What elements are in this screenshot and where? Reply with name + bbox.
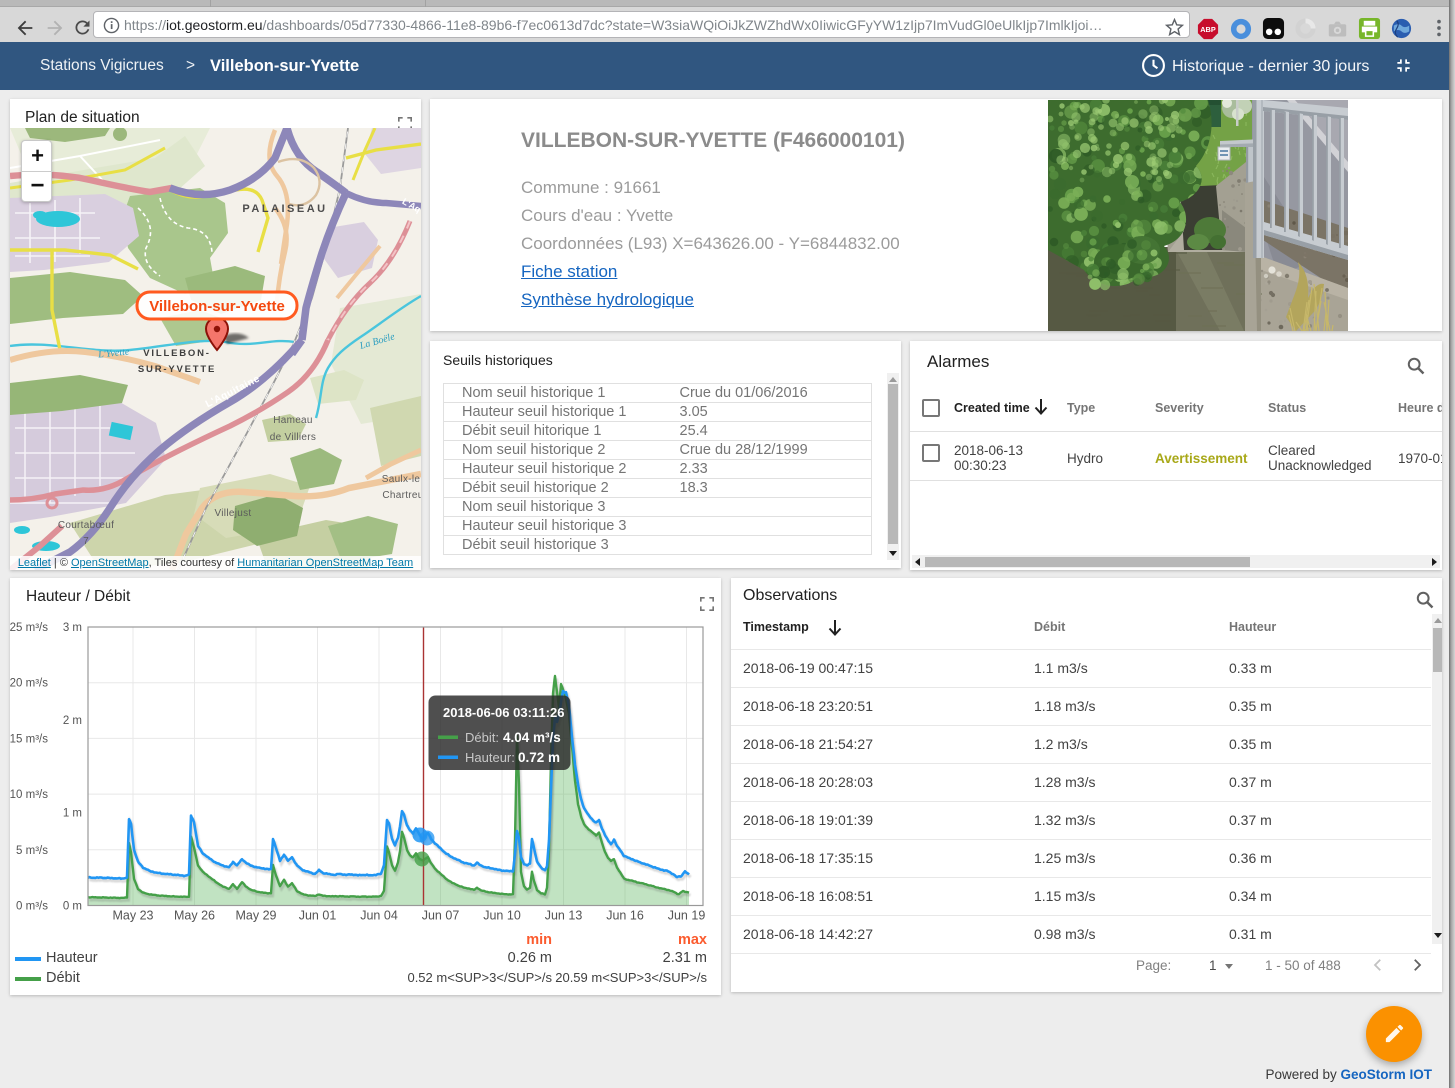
svg-text:5 m³/s: 5 m³/s (16, 845, 48, 857)
svg-text:Villejust: Villejust (215, 508, 252, 519)
svg-text:Jun 16: Jun 16 (606, 909, 644, 923)
svg-text:Saulx-le: Saulx-le (382, 474, 421, 485)
svg-text:Courtabœuf: Courtabœuf (58, 520, 114, 531)
svg-text:Hameau: Hameau (273, 415, 313, 426)
svg-text:25 m³/s: 25 m³/s (10, 622, 48, 634)
svg-text:VILLEBON-: VILLEBON- (143, 348, 210, 359)
svg-text:4.04 m³/s: 4.04 m³/s (503, 730, 561, 745)
svg-text:7: 7 (83, 536, 89, 547)
svg-text:Débit:: Débit: (465, 730, 499, 745)
svg-text:PALAISEAU: PALAISEAU (242, 203, 327, 215)
svg-text:0 m: 0 m (63, 901, 82, 913)
svg-text:May 23: May 23 (113, 909, 154, 923)
svg-text:2 m: 2 m (63, 715, 82, 727)
svg-text:10 m³/s: 10 m³/s (10, 789, 48, 801)
svg-text:2018-06-06 03:11:26: 2018-06-06 03:11:26 (443, 705, 564, 720)
svg-text:May 29: May 29 (236, 909, 277, 923)
svg-text:Jun 01: Jun 01 (299, 909, 337, 923)
svg-text:Jun 07: Jun 07 (422, 909, 460, 923)
svg-text:ABP: ABP (1200, 25, 1216, 34)
svg-text:3 m: 3 m (63, 622, 82, 634)
svg-text:Chartreu: Chartreu (382, 490, 421, 501)
svg-text:Hauteur:: Hauteur: (465, 750, 515, 765)
svg-text:1 m: 1 m (63, 808, 82, 820)
svg-text:15 m³/s: 15 m³/s (10, 733, 48, 745)
svg-text:0.72 m: 0.72 m (518, 750, 560, 765)
svg-text:Jun 13: Jun 13 (545, 909, 583, 923)
svg-text:Villebon-sur-Yvette: Villebon-sur-Yvette (149, 298, 285, 315)
svg-text:Jun 19: Jun 19 (668, 909, 706, 923)
svg-text:Jun 04: Jun 04 (360, 909, 398, 923)
svg-text:May 26: May 26 (174, 909, 215, 923)
svg-text:0 m³/s: 0 m³/s (16, 901, 48, 913)
svg-text:SUR-YVETTE: SUR-YVETTE (138, 364, 216, 375)
svg-text:20 m³/s: 20 m³/s (10, 678, 48, 690)
svg-text:Jun 10: Jun 10 (483, 909, 521, 923)
svg-text:de Villiers: de Villiers (270, 432, 316, 443)
